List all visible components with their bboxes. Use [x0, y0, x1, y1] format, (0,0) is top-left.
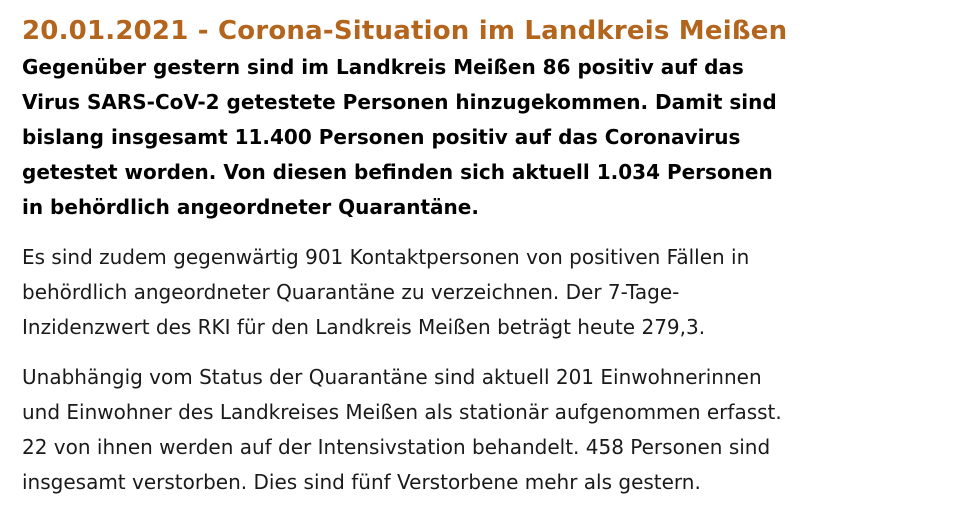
article-lead: Gegenüber gestern sind im Landkreis Meiß… [22, 50, 947, 225]
paragraph-line: 22 von ihnen werden auf der Intensivstat… [22, 435, 771, 459]
news-article: 20.01.2021 - Corona-Situation im Landkre… [22, 12, 947, 500]
lead-line: Gegenüber gestern sind im Landkreis Meiß… [22, 55, 744, 79]
lead-line: getestet worden. Von diesen befinden sic… [22, 160, 773, 184]
paragraph-line: behördlich angeordneter Quarantäne zu ve… [22, 280, 680, 304]
article-headline: 20.01.2021 - Corona-Situation im Landkre… [22, 16, 788, 46]
lead-line: in behördlich angeordneter Quarantäne. [22, 195, 479, 219]
paragraph-line: Es sind zudem gegenwärtig 901 Kontaktper… [22, 245, 750, 269]
paragraph-line: Unabhängig vom Status der Quarantäne sin… [22, 365, 762, 389]
paragraph-line: Inzidenzwert des RKI für den Landkreis M… [22, 315, 706, 339]
paragraph-line: insgesamt verstorben. Dies sind fünf Ver… [22, 470, 701, 494]
lead-line: Virus SARS-CoV-2 getestete Personen hinz… [22, 90, 777, 114]
article-paragraph-contacts: Es sind zudem gegenwärtig 901 Kontaktper… [22, 240, 947, 345]
paragraph-line: und Einwohner des Landkreises Meißen als… [22, 400, 782, 424]
lead-line: bislang insgesamt 11.400 Personen positi… [22, 125, 741, 149]
article-paragraph-hospital: Unabhängig vom Status der Quarantäne sin… [22, 360, 947, 500]
